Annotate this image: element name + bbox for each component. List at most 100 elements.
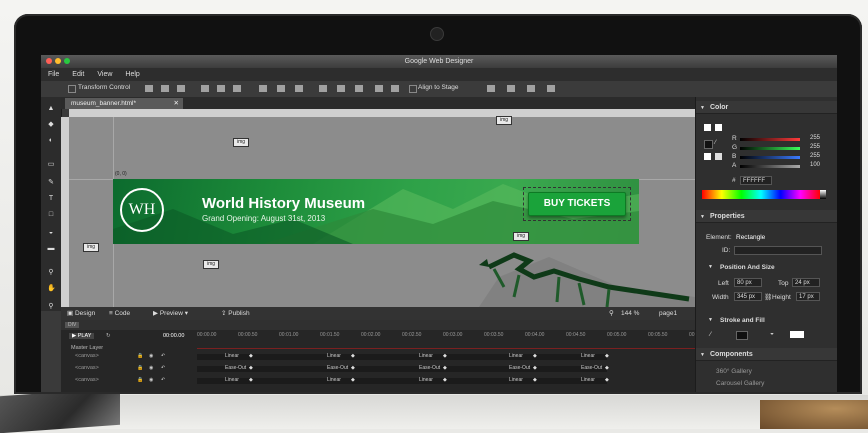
distribute-right-icon[interactable] — [295, 85, 303, 92]
keyframe-diamond-icon[interactable]: ◆ — [533, 353, 537, 359]
align-top-icon[interactable] — [201, 85, 209, 92]
lock-icon[interactable]: 🔒 — [137, 353, 143, 359]
id-input[interactable] — [734, 246, 822, 255]
undo-icon[interactable]: ↶ — [161, 377, 165, 383]
fill-color-swatch[interactable] — [790, 331, 804, 338]
align-left-icon[interactable] — [145, 85, 153, 92]
img-tag[interactable]: img — [513, 232, 530, 241]
stroke-swatch[interactable] — [715, 124, 722, 131]
layer-track[interactable] — [197, 366, 607, 372]
keyframe-easing[interactable]: Linear — [225, 353, 239, 359]
collapse-icon[interactable]: ▼ — [700, 214, 705, 220]
keyframe-easing[interactable]: Linear — [581, 377, 595, 383]
hex-input[interactable]: FFFFFF — [740, 176, 772, 185]
zoom-level[interactable]: 144 % — [621, 307, 639, 320]
distribute-left-icon[interactable] — [259, 85, 267, 92]
pen-tool-icon[interactable]: ✎ — [47, 179, 55, 186]
distribute-bottom-icon[interactable] — [355, 85, 363, 92]
zoom-tool-icon[interactable]: ⚲ — [47, 303, 55, 310]
layer-label[interactable]: <canvas> — [75, 377, 99, 383]
play-button[interactable]: ▶ PLAY — [69, 333, 95, 339]
channel-slider[interactable] — [740, 165, 800, 168]
hand-tool-icon[interactable]: ✋ — [47, 285, 56, 292]
keyframe-easing[interactable]: Linear — [419, 353, 433, 359]
keyframe-easing[interactable]: Linear — [419, 377, 433, 383]
component-item[interactable]: 360° Gallery — [716, 368, 752, 375]
keyframe-diamond-icon[interactable]: ◆ — [249, 365, 253, 371]
keyframe-easing[interactable]: Linear — [327, 377, 341, 383]
buy-tickets-button[interactable]: BUY TICKETS — [528, 192, 626, 216]
match-height-icon[interactable] — [391, 85, 399, 92]
width-input[interactable]: 345 px — [734, 292, 762, 301]
keyframe-diamond-icon[interactable]: ◆ — [351, 353, 355, 359]
lock-icon[interactable]: 🔒 — [137, 365, 143, 371]
keyframe-easing[interactable]: Ease-Out — [419, 365, 440, 371]
properties-panel-header[interactable]: Properties — [696, 210, 837, 223]
page-selector[interactable]: page1 — [659, 307, 677, 320]
close-window-icon[interactable] — [46, 58, 52, 64]
collapse-icon[interactable]: ▼ — [708, 264, 713, 270]
stroke-tool-icon[interactable]: ▬ — [47, 245, 55, 252]
stroke-color-swatch[interactable] — [736, 331, 748, 340]
snap-icon[interactable] — [527, 85, 535, 92]
keyframe-diamond-icon[interactable]: ◆ — [443, 365, 447, 371]
dinosaur-skeleton-image[interactable] — [459, 247, 695, 307]
zoom-icon[interactable]: ⚲ — [609, 307, 614, 320]
channel-value[interactable]: 255 — [810, 135, 820, 141]
visibility-icon[interactable]: ◉ — [149, 377, 153, 383]
lock-icon[interactable]: 🔒 — [137, 377, 143, 383]
collapse-icon[interactable]: ▼ — [700, 105, 705, 111]
element-breadcrumb[interactable]: DIV — [65, 322, 80, 328]
distribute-middle-icon[interactable] — [337, 85, 345, 92]
collapse-icon[interactable]: ▼ — [708, 317, 713, 323]
component-item[interactable]: Carousel Gallery — [716, 380, 764, 387]
layer-label[interactable]: <canvas> — [75, 365, 99, 371]
shape-tool-icon[interactable]: □ — [47, 211, 55, 218]
channel-slider[interactable] — [740, 156, 800, 159]
close-tab-icon[interactable]: ✕ — [174, 98, 179, 109]
align-center-icon[interactable] — [161, 85, 169, 92]
keyframe-easing[interactable]: Linear — [327, 353, 341, 359]
channel-slider[interactable] — [740, 147, 800, 150]
match-width-icon[interactable] — [375, 85, 383, 92]
img-tag[interactable]: img — [203, 260, 220, 269]
undo-icon[interactable]: ↶ — [161, 353, 165, 359]
loop-icon[interactable]: ↻ — [106, 333, 111, 339]
channel-value[interactable]: 255 — [810, 144, 820, 150]
keyframe-easing[interactable]: Linear — [581, 353, 595, 359]
time-ruler[interactable]: 00:00.00 00:00.50 00:01.00 00:01.50 00:02.00… — [197, 332, 708, 342]
design-view-button[interactable]: ▣ Design — [67, 307, 95, 320]
keyframe-diamond-icon[interactable]: ◆ — [443, 353, 447, 359]
layer-track[interactable] — [197, 378, 607, 384]
minimize-window-icon[interactable] — [55, 58, 61, 64]
collapse-icon[interactable]: ▼ — [700, 352, 705, 358]
3d-object-tool-icon[interactable]: ◆ — [47, 121, 55, 128]
img-tag[interactable]: img — [83, 243, 100, 252]
show-grid-icon[interactable] — [487, 85, 495, 92]
show-guides-icon[interactable] — [507, 85, 515, 92]
channel-value[interactable]: 255 — [810, 153, 820, 159]
components-panel-header[interactable]: Components — [696, 348, 837, 361]
tag-tool-icon[interactable]: ▭ — [47, 161, 55, 168]
menu-edit[interactable]: Edit — [72, 71, 84, 78]
eyedropper-icon[interactable]: ⁄ — [715, 140, 716, 146]
keyframe-diamond-icon[interactable]: ◆ — [249, 377, 253, 383]
channel-value[interactable]: 100 — [810, 162, 820, 168]
maximize-window-icon[interactable] — [64, 58, 70, 64]
keyframe-diamond-icon[interactable]: ◆ — [351, 365, 355, 371]
menu-view[interactable]: View — [97, 71, 112, 78]
menu-help[interactable]: Help — [125, 71, 139, 78]
no-color-swatch[interactable] — [715, 153, 722, 160]
brightness-bar[interactable] — [820, 190, 826, 199]
design-canvas[interactable]: (0, 0) img img img img WH World History … — [69, 116, 695, 307]
keyframe-diamond-icon[interactable]: ◆ — [605, 377, 609, 383]
keyframe-diamond-icon[interactable]: ◆ — [443, 377, 447, 383]
text-tool-icon[interactable]: T — [47, 195, 55, 202]
menu-file[interactable]: File — [48, 71, 59, 78]
color-spectrum[interactable] — [702, 190, 820, 199]
align-to-stage-checkbox[interactable] — [409, 85, 417, 93]
distribute-top-icon[interactable] — [319, 85, 327, 92]
selection-tool-icon[interactable]: ▲ — [47, 105, 55, 112]
preview-button[interactable]: ▶ Preview ▾ — [153, 307, 188, 320]
visibility-icon[interactable]: ◉ — [149, 353, 153, 359]
